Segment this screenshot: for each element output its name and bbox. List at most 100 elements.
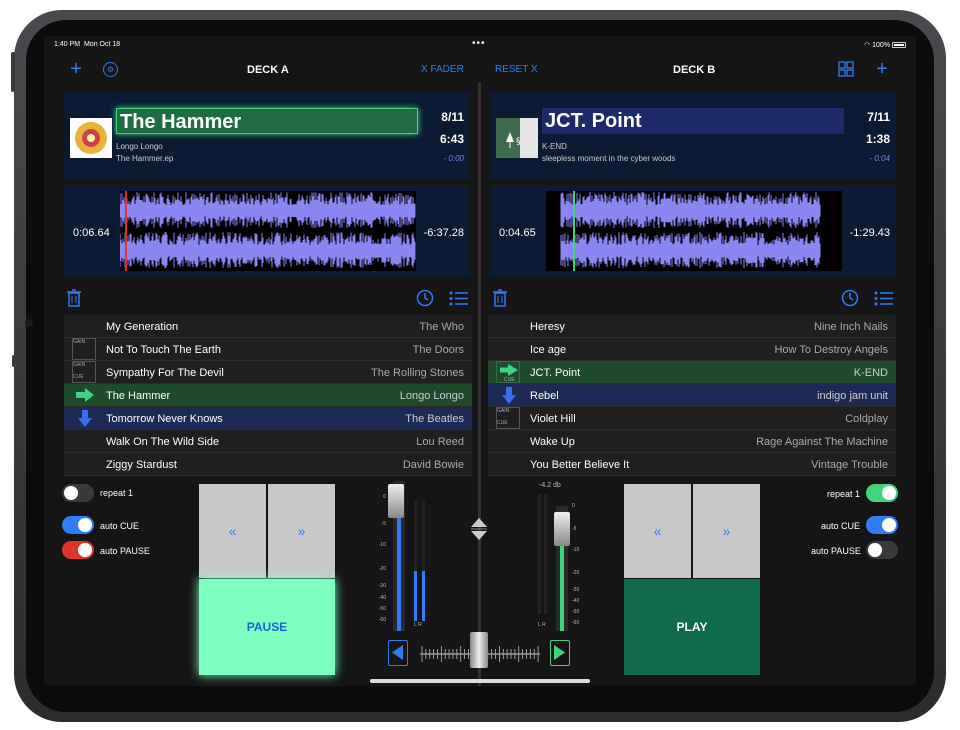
deck-a-db-scale: 0 -5 -10 -20 -30 -40 -50 -60 [378, 494, 386, 623]
list-item[interactable]: You Better Believe It Vintage Trouble [488, 453, 896, 476]
deck-a-waveform-panel: 0:06.64 -6:37.28 [64, 185, 470, 277]
deck-b-artist: K-END [542, 142, 567, 151]
deck-a-waveform[interactable] [119, 191, 416, 271]
deck-b-auto-cue-toggle[interactable] [866, 516, 898, 534]
deck-a-volume-fader[interactable] [388, 484, 404, 518]
settings-icon[interactable]: ⚙ [103, 62, 118, 77]
next-arrow-icon [78, 410, 92, 427]
deck-a-remaining: -6:37.28 [423, 227, 464, 239]
deck-a-auto-pause-toggle[interactable] [62, 541, 94, 559]
deck-a-repeat-toggle[interactable] [62, 484, 94, 502]
deck-a-rewind-button[interactable]: « [199, 484, 266, 578]
deck-a-track-position: 8/11 [441, 110, 464, 124]
deck-b-track-title: JCT. Point [542, 108, 844, 134]
list-item[interactable]: GAIN Not To Touch The Earth The Doors [64, 338, 472, 361]
list-item-next[interactable]: Rebel indigo jam unit [488, 384, 896, 407]
deck-b-repeat-label: repeat 1 [827, 489, 861, 499]
multitask-dots[interactable]: ••• [472, 38, 486, 49]
deck-b-play-button[interactable]: PLAY [624, 579, 760, 675]
deck-b-volume-fader[interactable] [554, 512, 570, 546]
list-item[interactable]: Ziggy Stardust David Bowie [64, 453, 472, 476]
deck-b-duration: 1:38 [865, 132, 890, 146]
deck-b-title: DECK B [673, 64, 716, 76]
deck-a-track-title: The Hammer [116, 108, 418, 134]
deck-b-waveform-panel: 0:04.65 -1:29.43 [490, 185, 896, 277]
split-handle-icon[interactable] [470, 518, 488, 540]
status-date: Mon Oct 18 [83, 41, 121, 48]
deck-b-db-readout: -4.2 db [539, 482, 561, 489]
deck-b-track-position: 7/11 [867, 110, 890, 124]
deck-b-remaining: -1:29.43 [849, 227, 890, 239]
list-icon[interactable] [874, 291, 894, 306]
deck-a-info-panel: The Hammer Longo Longo The Hammer.ep 8/1… [64, 92, 470, 180]
deck-a-artist: Longo Longo [116, 142, 163, 151]
deck-b-repeat-toggle[interactable] [866, 484, 898, 502]
list-item[interactable]: My Generation The Who [64, 315, 472, 338]
deck-a-track-list: My Generation The Who GAIN Not To Touch Th… [64, 315, 472, 476]
deck-a-forward-button[interactable]: » [268, 484, 335, 578]
trash-icon[interactable] [492, 289, 508, 307]
battery-label: 100% [872, 42, 891, 49]
deck-a-pause-button[interactable]: PAUSE [199, 579, 335, 675]
deck-b-album: sleepless moment in the cyber woods [542, 154, 676, 163]
deck-a-auto-cue-toggle[interactable] [62, 516, 94, 534]
add-icon[interactable]: + [874, 58, 890, 80]
history-icon[interactable] [416, 289, 434, 307]
deck-b-remaining-small: - 0:04 [869, 154, 890, 163]
deck-b-track-list: Heresy Nine Inch Nails Ice age How To Dest… [488, 315, 896, 476]
deck-b-forward-button[interactable]: » [693, 484, 760, 578]
list-item-playing[interactable]: The Hammer Longo Longo [64, 384, 472, 407]
deck-a-remaining-small: - 0:00 [443, 154, 464, 163]
home-indicator[interactable] [370, 679, 590, 683]
next-arrow-icon [502, 387, 516, 404]
crossfade-left-button[interactable] [388, 640, 408, 666]
history-icon[interactable] [841, 289, 859, 307]
deck-b-auto-pause-toggle[interactable] [866, 541, 898, 559]
battery-icon [892, 42, 906, 49]
deck-b-auto-cue-label: auto CUE [821, 521, 861, 531]
waveform-shape [119, 232, 416, 268]
list-item[interactable]: Heresy Nine Inch Nails [488, 315, 896, 338]
waveform-shape [560, 192, 821, 229]
status-bar: 1:40 PM Mon Oct 18 ••• ◠ 100% [44, 36, 916, 56]
list-item[interactable]: GAIN CUE Sympathy For The Devil The Rolling… [64, 361, 472, 384]
list-item[interactable]: Ice age How To Destroy Angels [488, 338, 896, 361]
list-item[interactable]: Walk On The Wild Side Lou Reed [64, 430, 472, 453]
grid-icon[interactable] [838, 61, 854, 77]
camera-dot [25, 319, 33, 327]
deck-a-auto-pause-label: auto PAUSE [100, 546, 150, 556]
gain-cue-badge: GAIN CUE [72, 361, 96, 383]
waveform-shape [119, 192, 416, 229]
app-screen: 1:40 PM Mon Oct 18 ••• ◠ 100% + ⚙ DECK A… [44, 36, 916, 686]
waveform-shape [560, 232, 821, 269]
x-fader-button[interactable]: X FADER [421, 64, 464, 86]
crossfader-knob[interactable] [470, 632, 488, 668]
deck-b-album-art: § [496, 118, 538, 158]
deck-b-auto-pause-label: auto PAUSE [811, 546, 861, 556]
list-item[interactable]: Wake Up Rage Against The Machine [488, 430, 896, 453]
list-icon[interactable] [449, 291, 469, 306]
crossfade-right-button[interactable] [550, 640, 570, 666]
side-button [11, 52, 15, 92]
deck-b-waveform[interactable] [546, 191, 842, 271]
deck-b-elapsed: 0:04.65 [499, 227, 536, 239]
deck-a-meter-l [414, 501, 417, 621]
add-icon[interactable]: + [68, 58, 84, 80]
gain-cue-badge: GAIN CUE [496, 407, 520, 429]
deck-b-meter-r [544, 494, 547, 614]
deck-b-rewind-button[interactable]: « [624, 484, 691, 578]
list-item-playing[interactable]: CUE JCT. Point K-END [488, 361, 896, 384]
trash-icon[interactable] [66, 289, 82, 307]
deck-a-album-art [70, 118, 112, 158]
cue-badge: CUE [496, 361, 520, 383]
reset-x-button[interactable]: RESET X [495, 64, 538, 86]
deck-b-db-scale: 0 -5 -10 -20 -30 -40 -50 -60 [572, 503, 580, 626]
deck-a-album: The Hammer.ep [116, 154, 174, 163]
play-arrow-icon [500, 364, 518, 376]
deck-a-elapsed: 0:06.64 [73, 227, 110, 239]
gain-badge: GAIN [72, 338, 96, 360]
list-item[interactable]: GAIN CUE Violet Hill Coldplay [488, 407, 896, 430]
deck-a-meter-r [422, 501, 425, 621]
list-item-next[interactable]: Tomorrow Never Knows The Beatles [64, 407, 472, 430]
deck-a-auto-cue-label: auto CUE [100, 521, 140, 531]
